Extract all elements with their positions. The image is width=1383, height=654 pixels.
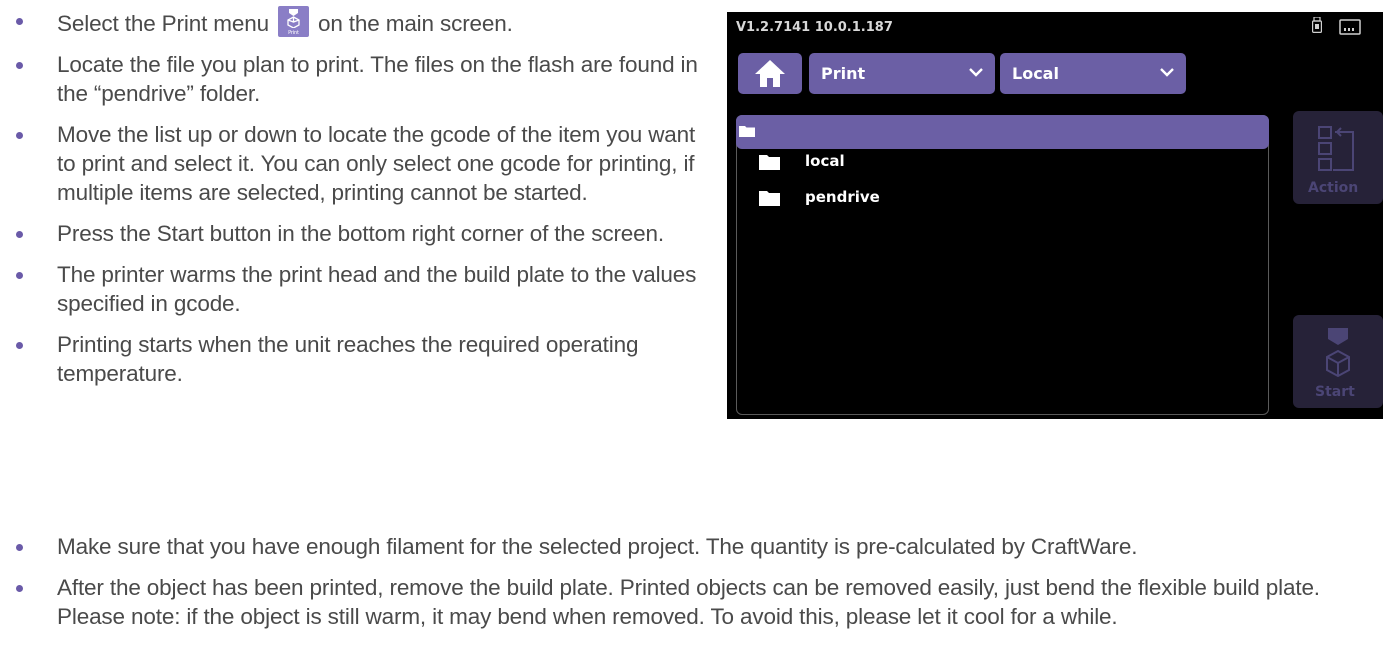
usb-icon	[1312, 16, 1323, 37]
current-folder-bar[interactable]	[736, 115, 1269, 149]
start-button-label: Start	[1315, 384, 1355, 400]
step-warm-up: The printer warms the print head and the…	[0, 260, 712, 318]
step-locate-file: Locate the file you plan to print. The f…	[0, 50, 712, 108]
home-icon	[755, 60, 785, 87]
source-dropdown-value: Local	[1012, 64, 1059, 83]
note-text: Make sure that you have enough filament …	[57, 534, 1138, 559]
note-remove-plate: After the object has been printed, remov…	[0, 573, 1383, 631]
note-filament: Make sure that you have enough filament …	[0, 532, 1383, 561]
step-select-gcode: Move the list up or down to locate the g…	[0, 120, 712, 207]
step-press-start: Press the Start button in the bottom rig…	[0, 219, 712, 248]
mode-dropdown[interactable]: Print	[809, 53, 995, 94]
print-head-icon	[1326, 328, 1350, 378]
step-select-print: Select the Print menu Print on the main sc…	[0, 6, 712, 38]
source-dropdown[interactable]: Local	[1000, 53, 1186, 94]
step-text: on the main screen.	[317, 11, 513, 36]
network-icon	[1339, 19, 1361, 39]
file-list-item-label: local	[805, 152, 845, 170]
folder-icon	[759, 191, 780, 206]
file-list-item-label: pendrive	[805, 188, 880, 206]
action-button[interactable]: Action	[1293, 111, 1383, 204]
instruction-steps: Select the Print menu Print on the main sc…	[0, 6, 712, 388]
step-text: Select the Print menu	[57, 11, 269, 36]
print-menu-icon-label: Print	[288, 30, 299, 36]
version-ip-text: V1.2.7141 10.0.1.187	[736, 20, 893, 35]
folder-icon	[759, 155, 780, 170]
print-menu-icon: Print	[277, 6, 309, 37]
mode-dropdown-value: Print	[821, 64, 866, 83]
chevron-down-icon	[969, 68, 983, 77]
action-button-label: Action	[1308, 180, 1359, 196]
start-button[interactable]: Start	[1293, 315, 1383, 408]
step-text: Press the Start button in the bottom rig…	[57, 221, 664, 246]
step-text: The printer warms the print head and the…	[57, 262, 697, 316]
action-icon	[1318, 126, 1354, 171]
folder-icon	[739, 126, 755, 137]
step-text: Locate the file you plan to print. The f…	[57, 52, 698, 106]
note-text: After the object has been printed, remov…	[57, 575, 1320, 629]
step-printing-starts: Printing starts when the unit reaches th…	[0, 330, 712, 388]
home-button[interactable]	[738, 53, 802, 94]
step-text: Printing starts when the unit reaches th…	[57, 332, 639, 386]
step-text: Move the list up or down to locate the g…	[57, 122, 696, 205]
instruction-notes: Make sure that you have enough filament …	[0, 532, 1383, 631]
chevron-down-icon	[1160, 68, 1174, 77]
printer-screen: V1.2.7141 10.0.1.187 Print Local local p…	[727, 12, 1383, 419]
